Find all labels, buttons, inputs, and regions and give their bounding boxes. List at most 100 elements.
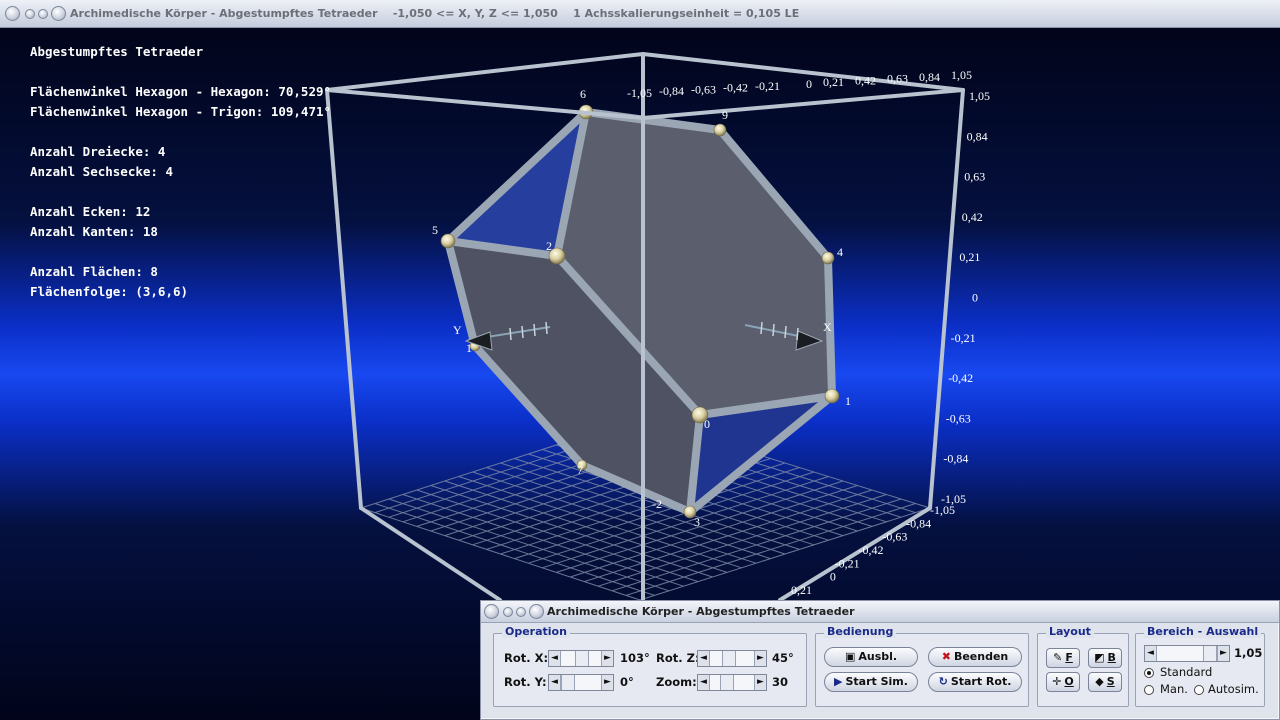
layout-group: Layout ✎ F ◩ B ✛ O ◆ S xyxy=(1037,625,1129,707)
rot-y-label: Rot. Y: xyxy=(504,675,547,689)
rot-z-value: 45° xyxy=(772,651,794,665)
operation-group: Operation Rot. X: ◄ ► 103° Rot. Y: ◄ ► 0… xyxy=(493,625,807,707)
slider-thumb[interactable] xyxy=(1203,646,1217,661)
vertex-label: 7 xyxy=(577,463,583,477)
axis-tick-label: -0,21 xyxy=(835,556,860,570)
edge-count: Anzahl Kanten: 18 xyxy=(30,224,158,239)
paint-icon: ◩ xyxy=(1094,651,1105,664)
window-menu-button[interactable] xyxy=(5,6,20,21)
face-sequence: Flächenfolge: (3,6,6) xyxy=(30,284,189,299)
arrow-right-icon[interactable]: ► xyxy=(754,675,766,690)
layout-f-button[interactable]: ✎ F xyxy=(1046,648,1080,668)
axis-tick-label: 1,05 xyxy=(969,89,990,103)
panel-minimize-button[interactable] xyxy=(503,607,513,617)
axis-tick-label: 0,84 xyxy=(919,70,940,84)
autosim-radio-label: Autosim. xyxy=(1208,682,1259,696)
arrow-left-icon[interactable]: ◄ xyxy=(698,651,710,666)
man-radio-label: Man. xyxy=(1160,682,1188,696)
window-state-button[interactable] xyxy=(51,6,66,21)
panel-maximize-button[interactable] xyxy=(516,607,526,617)
zoom-slider[interactable]: ◄ ► xyxy=(697,674,767,691)
operation-group-label: Operation xyxy=(502,625,570,638)
panel-state-button[interactable] xyxy=(529,604,544,619)
close-icon: ✖ xyxy=(941,650,951,663)
axis-tick-label: -0,42 xyxy=(948,371,973,385)
axis-tick-label: -1,05 xyxy=(627,86,652,100)
vertex-label: 2 xyxy=(546,239,552,253)
layout-group-label: Layout xyxy=(1046,625,1094,638)
rot-z-label: Rot. Z: xyxy=(656,651,700,665)
slider-thumb[interactable] xyxy=(561,675,575,690)
brush-icon: ✎ xyxy=(1053,651,1063,664)
vertex-label: 3 xyxy=(694,515,700,529)
arrow-right-icon[interactable]: ► xyxy=(1217,646,1229,661)
arrow-right-icon[interactable]: ► xyxy=(754,651,766,666)
ausbl-button[interactable]: ▣ Ausbl. xyxy=(824,647,918,667)
axis-tick-label: 1,05 xyxy=(951,68,972,82)
crosshair-icon: ✛ xyxy=(1052,675,1062,688)
axis-tick-label: -1,05 xyxy=(930,503,955,517)
layout-o-button[interactable]: ✛ O xyxy=(1046,672,1080,692)
axis-tick-label: -0,84 xyxy=(943,452,968,466)
vertex-label: 9 xyxy=(722,108,728,122)
vertex-label: 0 xyxy=(704,417,710,431)
layout-s-button[interactable]: ◆ S xyxy=(1088,672,1122,692)
triangle-count: Anzahl Dreiecke: 4 xyxy=(30,144,166,159)
panel-title-bar[interactable]: Archimedische Körper - Abgestumpftes Tet… xyxy=(481,601,1279,623)
axis-tick-label: 0,84 xyxy=(967,129,988,143)
arrow-right-icon[interactable]: ► xyxy=(601,651,613,666)
axis-tick-label: -0,21 xyxy=(951,331,976,345)
control-panel: Archimedische Körper - Abgestumpftes Tet… xyxy=(480,600,1280,720)
beenden-button[interactable]: ✖ Beenden xyxy=(928,647,1022,667)
axis-tick-label: -0,84 xyxy=(659,84,684,98)
zoom-value: 30 xyxy=(772,675,789,689)
arrow-left-icon[interactable]: ◄ xyxy=(549,651,561,666)
axis-tick-label: 0 xyxy=(830,570,836,584)
vertex-label: 1 xyxy=(845,394,851,408)
window-title: Archimedische Körper - Abgestumpftes Tet… xyxy=(70,7,800,20)
vertex-label: 4 xyxy=(837,245,843,259)
maximize-button[interactable] xyxy=(38,9,48,19)
axis-tick-label: 0 xyxy=(972,291,978,305)
shape-name: Abgestumpftes Tetraeder xyxy=(30,44,204,59)
dihedral-angle-hexagon-hexagon: Flächenwinkel Hexagon - Hexagon: 70,529° xyxy=(30,84,332,99)
bedienung-group: Bedienung ▣ Ausbl. ✖ Beenden ▶ Start Sim. ↻… xyxy=(815,625,1029,707)
layout-b-button[interactable]: ◩ B xyxy=(1088,648,1122,668)
start-rot-button[interactable]: ↻ Start Rot. xyxy=(928,672,1022,692)
hide-icon: ▣ xyxy=(844,650,856,663)
play-icon: ▶ xyxy=(834,675,843,688)
axis-tick-label: 0,21 xyxy=(959,250,980,264)
slider-thumb[interactable] xyxy=(722,651,736,666)
standard-radio[interactable] xyxy=(1144,668,1154,678)
slider-thumb[interactable] xyxy=(575,651,589,666)
axis-tick-label: 0,21 xyxy=(791,583,812,597)
title-bar: Archimedische Körper - Abgestumpftes Tet… xyxy=(0,0,1280,28)
rot-z-slider[interactable]: ◄ ► xyxy=(697,650,767,667)
bereich-group-label: Bereich - Auswahl xyxy=(1144,625,1262,638)
axis-tick-label: 0,63 xyxy=(887,72,908,86)
axis-tick-label: -0,63 xyxy=(882,530,907,544)
slider-thumb[interactable] xyxy=(720,675,734,690)
arrow-left-icon[interactable]: ◄ xyxy=(549,675,561,690)
panel-menu-button[interactable] xyxy=(484,604,499,619)
standard-radio-label: Standard xyxy=(1160,665,1213,679)
x-axis-label: X xyxy=(823,320,832,334)
info-panel: Abgestumpftes Tetraeder Flächenwinkel He… xyxy=(30,44,331,304)
autosim-radio[interactable] xyxy=(1194,685,1204,695)
rot-y-slider[interactable]: ◄ ► xyxy=(548,674,614,691)
arrow-left-icon[interactable]: ◄ xyxy=(698,675,710,690)
start-sim-button[interactable]: ▶ Start Sim. xyxy=(824,672,918,692)
face-count: Anzahl Flächen: 8 xyxy=(30,264,158,279)
man-radio[interactable] xyxy=(1144,685,1154,695)
bereich-group: Bereich - Auswahl ◄ ► 1,05 Standard Man.… xyxy=(1135,625,1265,707)
vertex-label: -2 xyxy=(652,497,662,511)
arrow-right-icon[interactable]: ► xyxy=(601,675,613,690)
minimize-button[interactable] xyxy=(25,9,35,19)
panel-title: Archimedische Körper - Abgestumpftes Tet… xyxy=(547,605,855,618)
bereich-slider[interactable]: ◄ ► xyxy=(1144,645,1230,662)
arrow-left-icon[interactable]: ◄ xyxy=(1145,646,1157,661)
vertex-count: Anzahl Ecken: 12 xyxy=(30,204,151,219)
rot-x-slider[interactable]: ◄ ► xyxy=(548,650,614,667)
vertex-label: 6 xyxy=(580,87,586,101)
dihedral-angle-hexagon-trigon: Flächenwinkel Hexagon - Trigon: 109,471° xyxy=(30,104,332,119)
